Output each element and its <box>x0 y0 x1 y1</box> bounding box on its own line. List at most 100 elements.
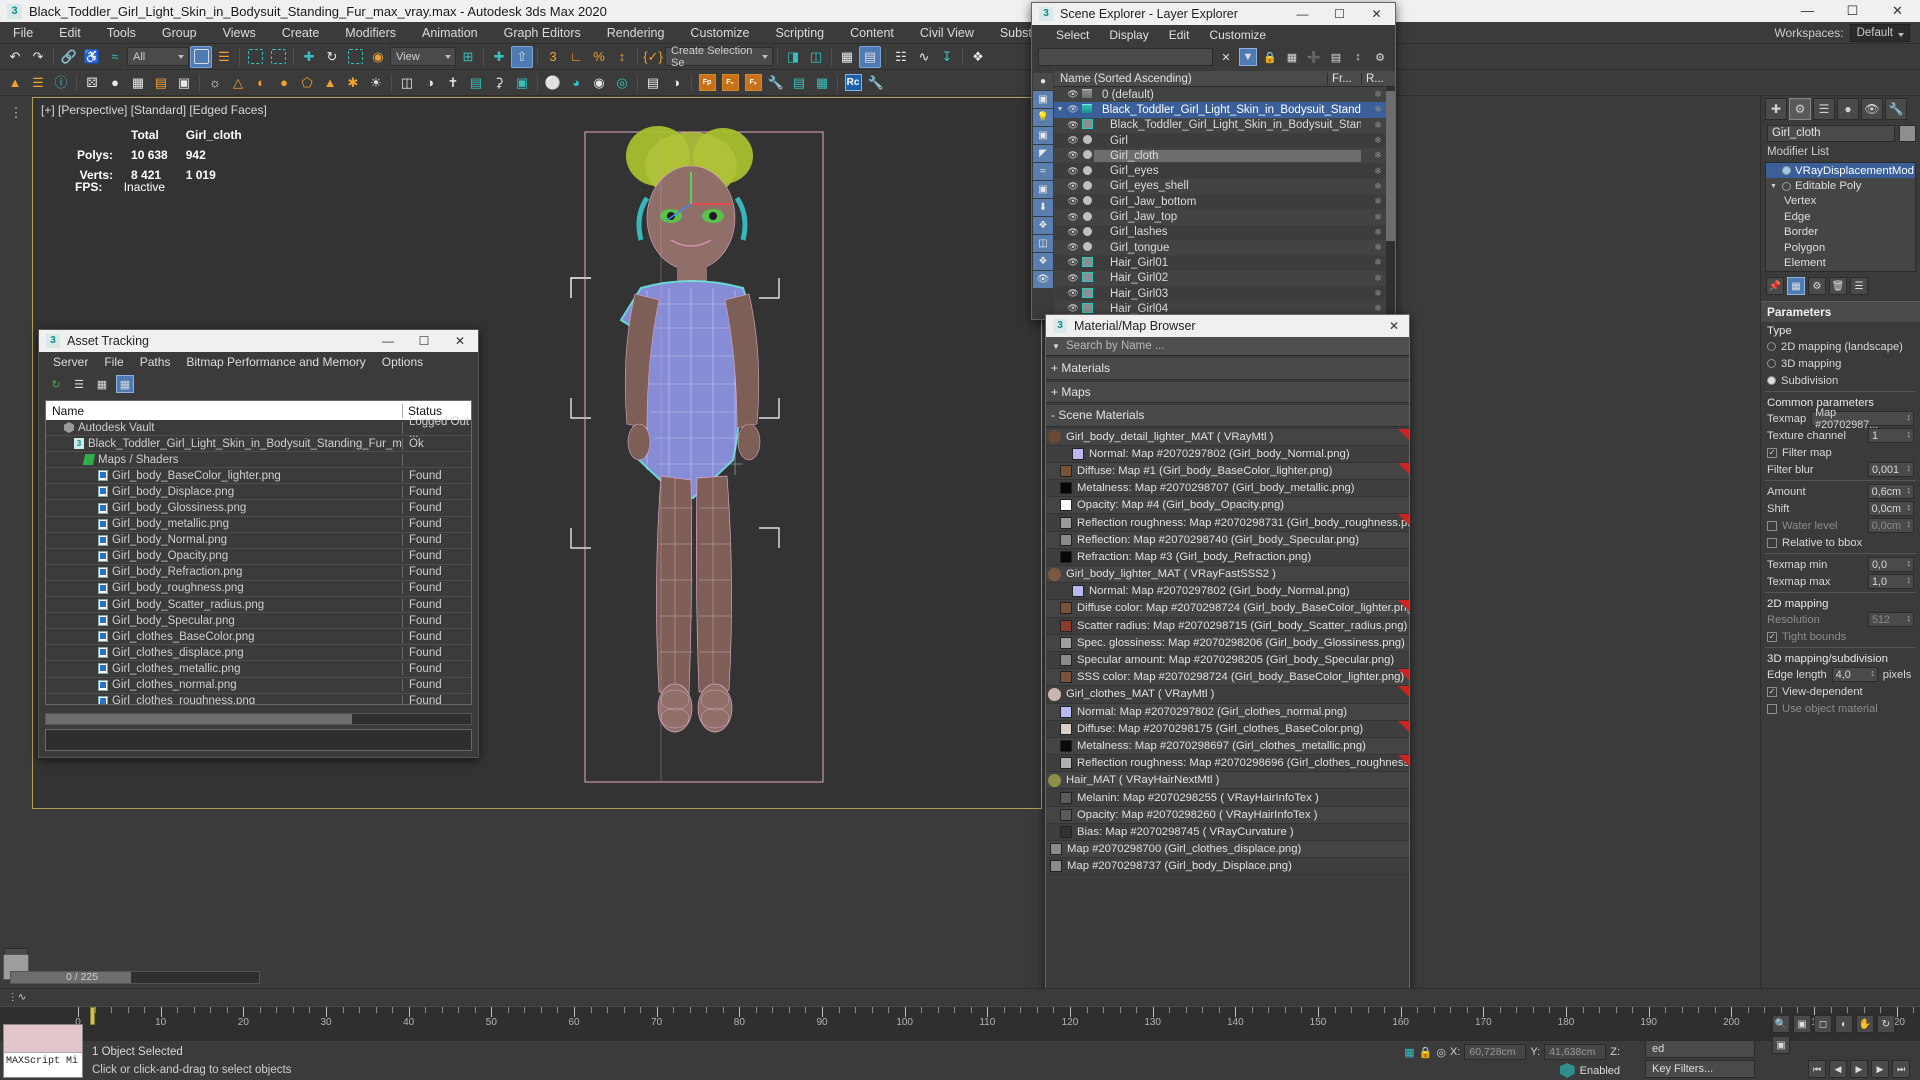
viewport-label[interactable]: [+] [Perspective] [Standard] [Edged Face… <box>41 103 267 117</box>
next-frame-icon[interactable]: ▶ <box>1871 1060 1889 1078</box>
make-unique-icon[interactable]: ⚙ <box>1808 277 1826 295</box>
add-layer-icon[interactable]: ➕ <box>1305 48 1323 66</box>
light-sphere-icon[interactable]: ⚪ <box>542 72 564 94</box>
material-row[interactable]: Specular amount: Map #2070298205 (Girl_b… <box>1046 651 1409 670</box>
menu-item-tools[interactable]: Tools <box>94 23 149 43</box>
table-row[interactable]: Autodesk Vault Logged Out ... <box>46 416 471 440</box>
menu-item-scripting[interactable]: Scripting <box>762 23 837 43</box>
water-level-row[interactable]: Water level 0,0cm <box>1761 517 1920 534</box>
menu-item-views[interactable]: Views <box>210 23 269 43</box>
table-row[interactable]: Girl_clothes_roughness.png Found <box>46 694 471 704</box>
list-item[interactable]: 👁 Girl_eyes ❄ <box>1054 163 1395 179</box>
asset-tracking-window[interactable]: 3 Asset Tracking — ☐ ✕ Server File Paths… <box>38 329 479 758</box>
grid-green-icon[interactable]: ▦ <box>811 72 833 94</box>
material-row[interactable]: Diffuse: Map #2070298175 (Girl_clothes_B… <box>1046 720 1409 738</box>
scrollbar-thumb[interactable] <box>1386 91 1395 241</box>
menu-item-content[interactable]: Content <box>837 23 907 43</box>
tab-motion[interactable]: ● <box>1837 98 1859 120</box>
scene-converter-icon[interactable]: ▤ <box>788 72 810 94</box>
cone-icon[interactable]: ▲ <box>319 72 341 94</box>
lock-icon[interactable]: 🔒 <box>1261 48 1279 66</box>
table-row[interactable]: Girl_body_metallic.png Found <box>46 517 471 533</box>
toggle-scene-explorer-icon[interactable]: ▤ <box>859 45 881 68</box>
tools-wrench-icon[interactable]: 🔧 <box>765 72 787 94</box>
scene-search-input[interactable] <box>1038 48 1213 66</box>
go-to-start-icon[interactable]: ⏮ <box>1808 1060 1826 1078</box>
minimize-button[interactable]: — <box>1785 0 1830 22</box>
scene-close-button[interactable]: ✕ <box>1358 3 1395 25</box>
material-row[interactable]: Diffuse color: Map #2070298724 (Girl_bod… <box>1046 600 1409 618</box>
mouse-icon[interactable]: ◉ <box>588 72 610 94</box>
fp-icon[interactable]: Fp <box>696 72 718 94</box>
asset-maximize-button[interactable]: ☐ <box>406 330 442 352</box>
select-object-icon[interactable] <box>190 45 212 68</box>
open-box-icon[interactable]: ◫ <box>396 72 418 94</box>
show-end-result-icon[interactable]: ▦ <box>1787 277 1805 295</box>
eye-icon[interactable]: 👁 <box>1066 288 1080 299</box>
filter-map-row[interactable]: ✓ Filter map <box>1761 444 1920 461</box>
menu-item-civil-view[interactable]: Civil View <box>907 23 987 43</box>
list-item[interactable]: ▼ 👁 Black_Toddler_Girl_Light_Skin_in_Bodys… <box>1054 102 1395 118</box>
asset-menu-file[interactable]: File <box>96 353 131 371</box>
sphere-icon[interactable]: ● <box>104 72 126 94</box>
scene-menu-display[interactable]: Display <box>1099 26 1158 44</box>
x-coordinate-field[interactable]: 60,728cm <box>1464 1044 1527 1060</box>
eye-icon[interactable]: 👁 <box>1066 181 1080 192</box>
type-option-subdivision[interactable]: Subdivision <box>1761 372 1920 389</box>
containers-icon[interactable]: ◫ <box>1033 235 1053 252</box>
select-and-scale-icon[interactable] <box>344 46 366 68</box>
select-and-move-icon[interactable]: ✚ <box>298 46 320 68</box>
table-row[interactable]: Girl_body_Glossiness.png Found <box>46 500 471 517</box>
table-row[interactable]: Girl_clothes_normal.png Found <box>46 678 471 694</box>
list-item[interactable]: 👁 Girl_Jaw_bottom ❄ <box>1054 194 1395 210</box>
material-row[interactable]: Reflection: Map #2070298740 (Girl_body_S… <box>1046 531 1409 549</box>
asset-menu-server[interactable]: Server <box>45 353 96 371</box>
menu-item-edit[interactable]: Edit <box>46 23 94 43</box>
list-item[interactable]: 👁 Girl_Jaw_top ❄ <box>1054 209 1395 225</box>
maximize-button[interactable]: ☐ <box>1830 0 1875 22</box>
rectangular-selection-region-icon[interactable] <box>244 46 266 68</box>
parameters-rollup-title[interactable]: Parameters <box>1761 301 1920 322</box>
material-search-input[interactable]: Search by Name ... <box>1066 340 1409 352</box>
select-all-geometry-icon[interactable]: ● <box>1033 73 1053 90</box>
unlink-selection-icon[interactable]: ♿ <box>81 46 103 68</box>
water-level-field[interactable]: 0,0cm <box>1867 518 1914 533</box>
material-row[interactable]: Normal: Map #2070297802 (Girl_body_Norma… <box>1046 445 1409 463</box>
menu-item-customize[interactable]: Customize <box>677 23 762 43</box>
table-row[interactable]: Girl_body_Specular.png Found <box>46 613 471 630</box>
eye-icon[interactable]: 👁 <box>1066 227 1080 238</box>
scene-menu-edit[interactable]: Edit <box>1159 26 1200 44</box>
reference-coordinate-system-dropdown[interactable]: View <box>390 47 456 66</box>
schematic-view-icon[interactable]: ↧ <box>936 46 958 68</box>
list-view-icon[interactable]: ☰ <box>70 375 88 393</box>
scene-maximize-button[interactable]: ☐ <box>1321 3 1358 25</box>
scene-explorer-titlebar[interactable]: 3 Scene Explorer - Layer Explorer — ☐ ✕ <box>1032 3 1395 25</box>
particle-view-icon[interactable]: ❖ <box>967 46 989 68</box>
asset-horizontal-scrollbar[interactable] <box>45 713 472 725</box>
list-view-icon[interactable]: ▤ <box>642 72 664 94</box>
material-row[interactable]: Normal: Map #2070297802 (Girl_clothes_no… <box>1046 703 1409 721</box>
material-group-maps[interactable]: + Maps <box>1046 381 1409 403</box>
previous-frame-icon[interactable]: ◀ <box>1829 1060 1847 1078</box>
asset-tracking-titlebar[interactable]: 3 Asset Tracking — ☐ ✕ <box>39 330 478 352</box>
pan-icon[interactable]: ✋ <box>1856 1015 1874 1033</box>
key-mode-icon[interactable]: ⋮∿ <box>0 990 34 1006</box>
layer-explorer-icon[interactable]: ▦ <box>836 46 858 68</box>
zoom-icon[interactable]: 🔍 <box>1772 1015 1790 1033</box>
list-item[interactable]: 👁 Girl_lashes ❄ <box>1054 224 1395 240</box>
chevron-down-icon[interactable]: ▼ <box>1046 342 1066 351</box>
workspaces-dropdown[interactable]: Default <box>1849 24 1910 42</box>
lights-icon[interactable]: 💡 <box>1033 109 1053 126</box>
water-level-checkbox[interactable] <box>1767 520 1777 531</box>
select-and-rotate-icon[interactable]: ↻ <box>321 46 343 68</box>
geosphere-icon[interactable]: ⬠ <box>296 72 318 94</box>
vertical-toolbar-handle-icon[interactable]: ⋮ <box>3 100 29 126</box>
two-sphere-icon[interactable]: ◕ <box>565 72 587 94</box>
key-filters-button[interactable]: Key Filters... <box>1645 1060 1755 1078</box>
edge-length-field[interactable]: 4,0 <box>1831 667 1878 682</box>
eye-icon[interactable]: 👁 <box>1066 120 1080 131</box>
table-row[interactable]: Girl_clothes_displace.png Found <box>46 645 471 662</box>
resolution-field[interactable]: 512 <box>1868 612 1914 627</box>
amount-field[interactable]: 0,6cm <box>1867 484 1914 499</box>
eye-icon[interactable]: 👁 <box>1066 273 1080 284</box>
